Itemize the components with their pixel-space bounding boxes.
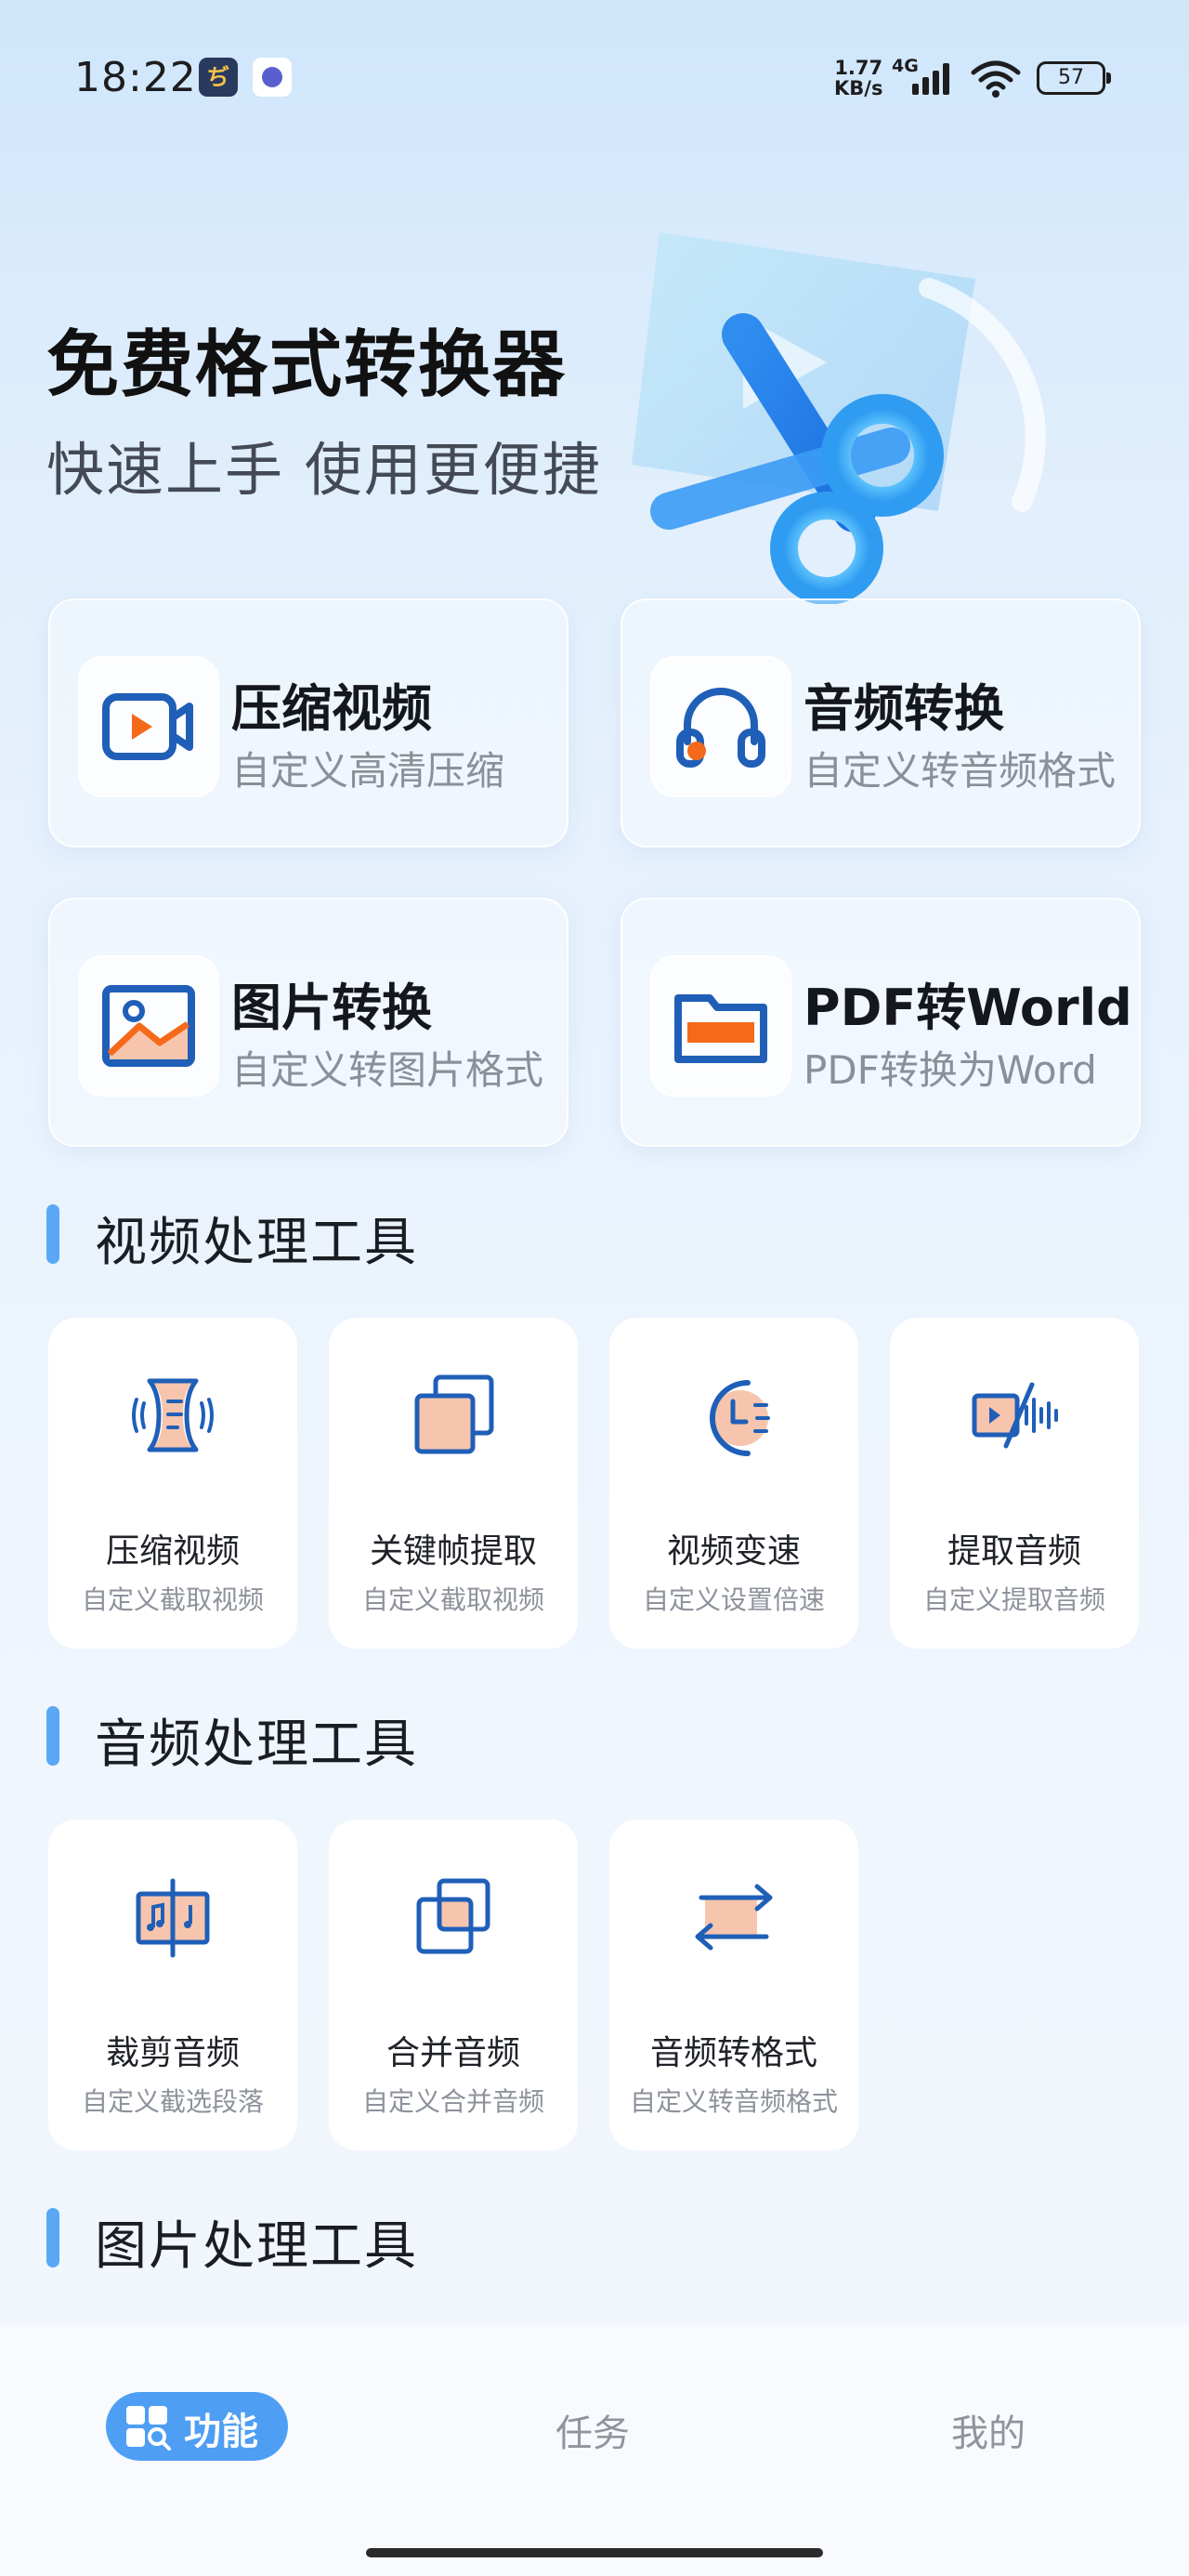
tool-title: 提取音频 <box>947 1532 1081 1571</box>
tool-subtitle: 自定义截选段落 <box>81 2086 264 2117</box>
home-indicator[interactable] <box>366 2548 823 2557</box>
tool-title: 压缩视频 <box>105 1532 240 1571</box>
tool-card-cut-audio[interactable]: 裁剪音频 自定义截选段落 <box>48 1820 297 2150</box>
section-title: 视频处理工具 <box>95 1213 418 1273</box>
hero-title: 免费格式转换器 <box>46 323 568 407</box>
tool-title: 视频变速 <box>666 1532 801 1571</box>
bottom-nav: 功能 任务 我的 <box>0 2325 1189 2576</box>
tool-subtitle: 自定义设置倍速 <box>642 1584 825 1615</box>
app-notification-icon-2 <box>253 58 292 97</box>
section-bar <box>46 1204 59 1264</box>
feature-title: PDF转World <box>804 979 1132 1037</box>
tool-card-extract-audio[interactable]: 提取音频 自定义提取音频 <box>890 1318 1139 1649</box>
feature-card-compress-video[interactable]: 压缩视频 自定义高清压缩 <box>48 598 568 848</box>
folder-icon <box>650 955 791 1097</box>
grid-search-icon <box>126 2406 171 2451</box>
feature-title: 音频转换 <box>804 679 1004 738</box>
feature-subtitle: 自定义高清压缩 <box>231 748 505 794</box>
feature-card-audio-convert[interactable]: 音频转换 自定义转音频格式 <box>621 598 1141 848</box>
battery-level: 57 <box>1058 66 1084 89</box>
tool-card-keyframe[interactable]: 关键帧提取 自定义截取视频 <box>329 1318 578 1649</box>
convert-audio-icon <box>695 1884 773 1951</box>
tool-subtitle: 自定义合并音频 <box>361 2086 544 2117</box>
tool-title: 裁剪音频 <box>105 2034 240 2072</box>
section-bar <box>46 2208 59 2267</box>
hero-subtitle: 快速上手 使用更便捷 <box>46 436 602 504</box>
tool-card-compress-video[interactable]: 压缩视频 自定义截取视频 <box>48 1318 297 1649</box>
tool-subtitle: 自定义转音频格式 <box>629 2086 838 2117</box>
nav-item-mine[interactable]: 我的 <box>951 2403 1026 2457</box>
headphones-icon <box>650 656 791 797</box>
feature-subtitle: 自定义转图片格式 <box>231 1047 544 1093</box>
feature-subtitle: PDF转换为Word <box>804 1047 1097 1093</box>
feature-card-pdf-word[interactable]: PDF转World PDF转换为Word <box>621 898 1141 1147</box>
wifi-icon <box>971 60 1021 98</box>
image-icon <box>78 955 219 1097</box>
nav-label: 功能 <box>184 2411 258 2453</box>
keyframe-icon <box>414 1374 494 1454</box>
feature-title: 压缩视频 <box>231 679 432 738</box>
tool-subtitle: 自定义提取音频 <box>922 1584 1105 1615</box>
video-camera-icon <box>78 656 219 797</box>
feature-card-image-convert[interactable]: 图片转换 自定义转图片格式 <box>48 898 568 1147</box>
speed-icon <box>710 1380 770 1456</box>
signal-icon <box>912 63 949 95</box>
tool-title: 音频转格式 <box>649 2034 817 2072</box>
network-speed: 1.77 KB/s <box>834 57 883 99</box>
tool-card-merge-audio[interactable]: 合并音频 自定义合并音频 <box>329 1820 578 2150</box>
cut-audio-icon <box>136 1878 210 1958</box>
compress-video-icon <box>132 1378 214 1452</box>
section-bar <box>46 1706 59 1766</box>
tool-subtitle: 自定义截取视频 <box>81 1584 264 1615</box>
feature-title: 图片转换 <box>231 979 432 1037</box>
scissors-illustration-icon <box>632 232 1046 604</box>
tool-title: 关键帧提取 <box>369 1532 537 1571</box>
tool-card-convert-audio[interactable]: 音频转格式 自定义转音频格式 <box>609 1820 858 2150</box>
merge-audio-icon <box>416 1878 490 1954</box>
feature-subtitle: 自定义转音频格式 <box>804 748 1117 794</box>
status-bar: 18:22 ぢ 1.77 KB/s 4G 57 <box>0 0 1189 158</box>
battery-icon: 57 <box>1037 61 1111 95</box>
nav-item-features[interactable]: 功能 <box>106 2392 288 2461</box>
extract-audio-icon <box>972 1382 1058 1449</box>
status-time: 18:22 <box>74 54 197 101</box>
tool-subtitle: 自定义截取视频 <box>361 1584 544 1615</box>
app-notification-icon: ぢ <box>199 58 238 97</box>
section-title: 音频处理工具 <box>95 1715 418 1775</box>
section-title: 图片处理工具 <box>95 2216 418 2277</box>
tool-title: 合并音频 <box>385 2034 520 2072</box>
nav-item-tasks[interactable]: 任务 <box>555 2403 630 2457</box>
tool-card-video-speed[interactable]: 视频变速 自定义设置倍速 <box>609 1318 858 1649</box>
